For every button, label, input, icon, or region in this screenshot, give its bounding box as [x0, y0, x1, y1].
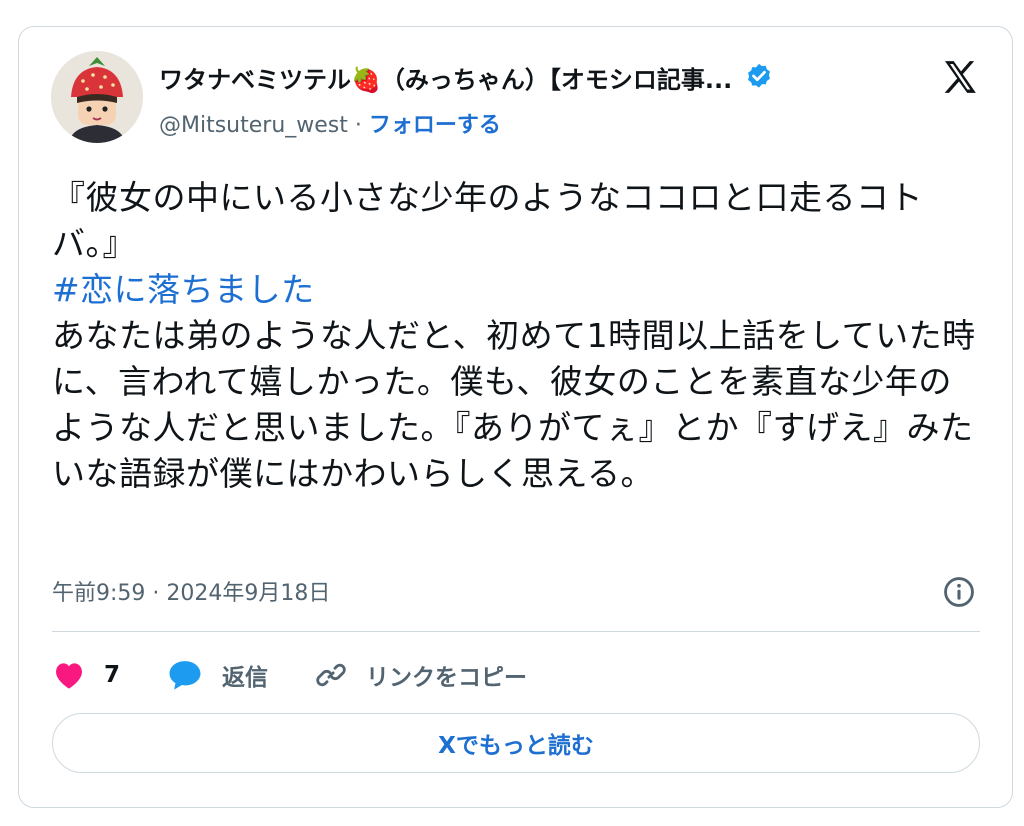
tweet-embed-card: ワタナベミツテル🍓（みっちゃん）【オモシロ記事... @Mitsuteru_we…	[18, 26, 1013, 808]
info-icon[interactable]	[942, 575, 976, 609]
link-icon	[316, 663, 346, 687]
like-count: 7	[104, 662, 121, 688]
author-name-row: ワタナベミツテル🍓（みっちゃん）【オモシロ記事...	[159, 60, 774, 94]
divider	[52, 631, 980, 632]
author-handle-row: @Mitsuteru_west · フォローする	[159, 107, 501, 139]
read-more-button[interactable]: Xでもっと読む	[52, 713, 980, 773]
reply-bubble-icon	[169, 661, 201, 690]
tweet-text-line-1: 『彼女の中にいる小さな少年のようなココロと口走るコトバ。』	[52, 178, 923, 263]
author-handle[interactable]: @Mitsuteru_west	[159, 113, 348, 138]
tweet-text: 『彼女の中にいる小さな少年のようなココロと口走るコトバ。』 #恋に落ちました あ…	[52, 175, 982, 497]
follow-button[interactable]: フォローする	[369, 113, 501, 138]
reply-button[interactable]: 返信	[166, 658, 268, 692]
reply-label: 返信	[222, 665, 269, 691]
x-logo-icon[interactable]	[938, 57, 982, 97]
tweet-text-body: あなたは弟のような人だと、初めて1時間以上話をしていた時に、言われて嬉しかった。…	[52, 316, 976, 493]
handle-separator: ·	[347, 113, 369, 138]
like-button[interactable]: 7	[52, 660, 120, 690]
copy-link-label: リンクをコピー	[366, 665, 528, 691]
hashtag-link[interactable]: #恋に落ちました	[52, 267, 982, 313]
action-bar: 7 返信 リンクをコピー	[52, 655, 573, 695]
tweet-timestamp[interactable]: 午前9:59 · 2024年9月18日	[52, 575, 330, 607]
avatar-strawberry-hat	[51, 51, 143, 143]
avatar[interactable]	[51, 51, 143, 143]
heart-icon	[56, 663, 82, 689]
verified-badge-icon	[748, 63, 771, 88]
copy-link-button[interactable]: リンクをコピー	[314, 658, 527, 692]
author-display-name[interactable]: ワタナベミツテル🍓（みっちゃん）【オモシロ記事...	[159, 60, 732, 95]
